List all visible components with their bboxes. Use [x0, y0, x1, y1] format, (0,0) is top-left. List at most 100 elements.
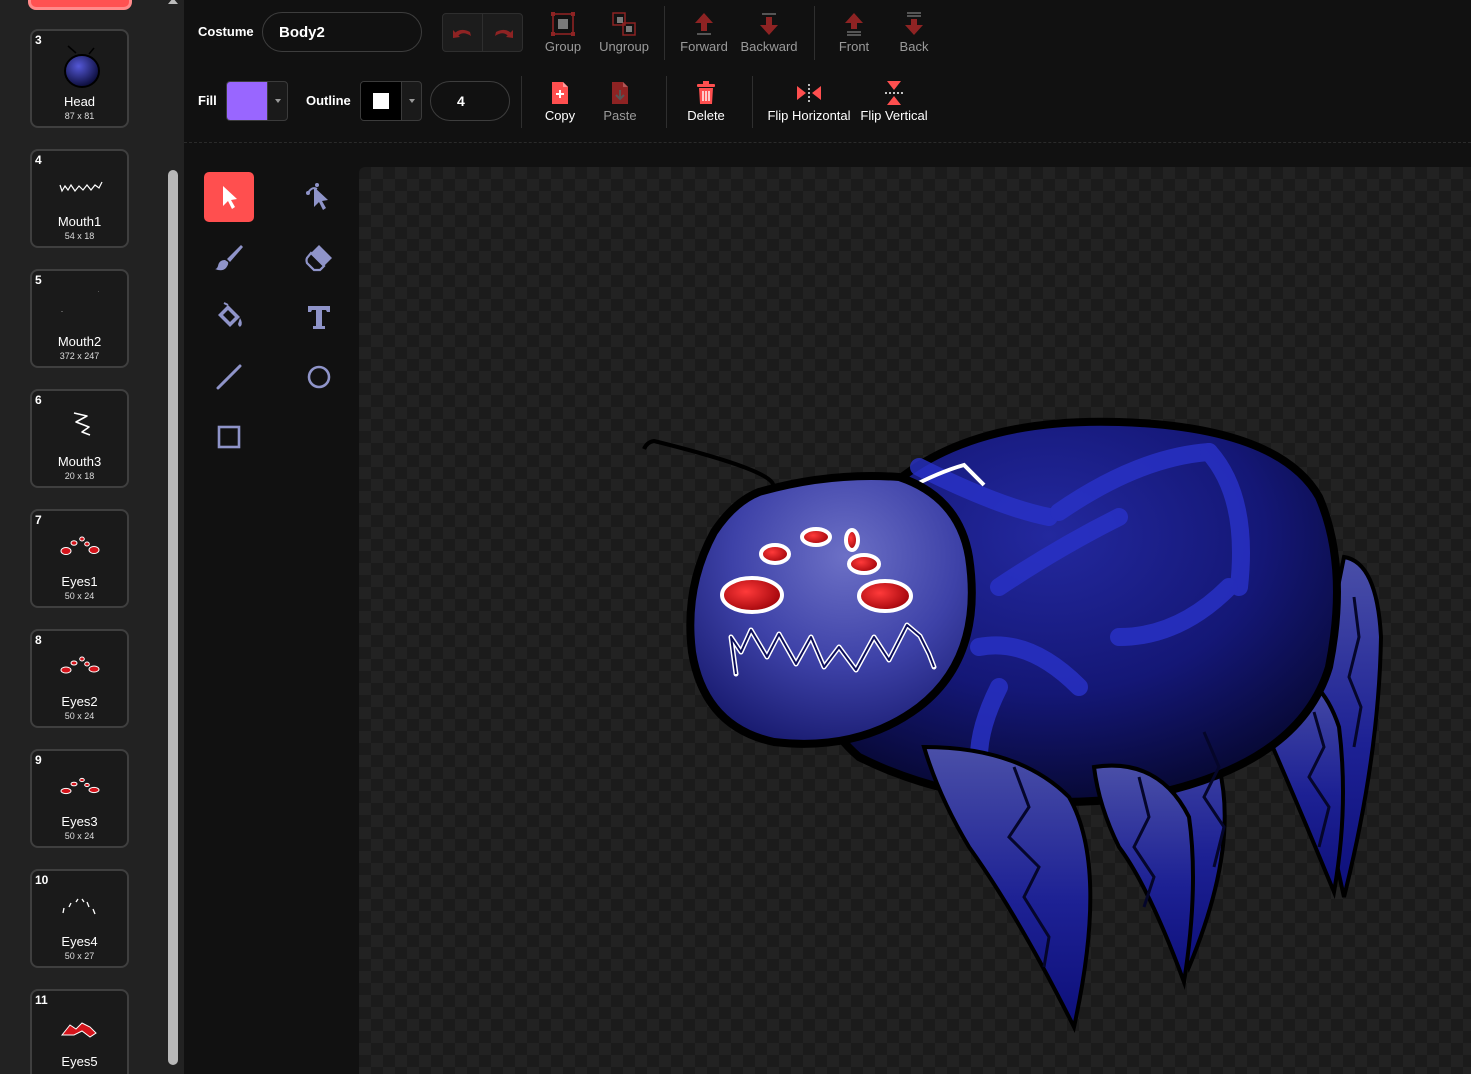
circle-tool[interactable] — [294, 352, 344, 402]
outline-label: Outline — [306, 93, 351, 108]
backward-button[interactable]: Backward — [738, 9, 800, 54]
back-button[interactable]: Back — [890, 9, 938, 54]
paste-button[interactable]: Paste — [596, 78, 644, 123]
toolbar-separator — [814, 6, 815, 60]
copy-icon — [552, 82, 568, 104]
costume-tile[interactable]: 7 Eyes1 50 x 24 — [30, 509, 129, 608]
costume-tile[interactable]: 8 Eyes2 50 x 24 — [30, 629, 129, 728]
scrollbar-thumb[interactable] — [168, 170, 178, 1065]
costume-tile[interactable]: 3 Head 87 x 81 — [30, 29, 129, 128]
forward-button[interactable]: Forward — [678, 9, 730, 54]
fill-tool[interactable] — [204, 292, 254, 342]
undo-button[interactable] — [443, 14, 482, 51]
costume-name: Head — [63, 94, 96, 109]
select-tool[interactable] — [204, 172, 254, 222]
outline-color-chip — [373, 93, 389, 109]
outline-width-input[interactable] — [430, 81, 510, 121]
flip-horizontal-button[interactable]: Flip Horizontal — [766, 78, 852, 123]
line-icon — [216, 364, 242, 390]
costume-tile[interactable]: 6 Mouth3 20 x 18 — [30, 389, 129, 488]
copy-label: Copy — [544, 108, 576, 123]
undo-icon — [452, 29, 471, 38]
backward-label: Backward — [740, 39, 798, 54]
copy-button[interactable]: Copy — [536, 78, 584, 123]
fill-color-swatch[interactable] — [227, 82, 267, 120]
outline-color-picker[interactable] — [360, 81, 422, 121]
reshape-icon — [306, 183, 328, 210]
costume-tile[interactable]: 5 Mouth2 372 x 247 — [30, 269, 129, 368]
costume-size: 50 x 24 — [64, 711, 95, 721]
costume-name: Mouth3 — [57, 454, 102, 469]
text-tool[interactable] — [294, 292, 344, 342]
undo-redo-group — [442, 13, 523, 52]
paste-label: Paste — [603, 108, 637, 123]
toolbar-separator — [666, 76, 667, 128]
rectangle-tool[interactable] — [204, 412, 254, 462]
ungroup-button[interactable]: Ungroup — [596, 9, 652, 54]
costume-thumbnail — [60, 536, 100, 555]
forward-label: Forward — [680, 39, 728, 54]
costume-tile[interactable]: 11 Eyes5 — [30, 989, 129, 1074]
back-label: Back — [899, 39, 929, 54]
costume-number: 9 — [35, 753, 42, 767]
group-button[interactable]: Group — [538, 9, 588, 54]
redo-icon — [494, 29, 513, 38]
trash-icon — [697, 81, 715, 104]
costume-name: Eyes3 — [61, 814, 98, 829]
delete-label: Delete — [687, 108, 725, 123]
costume-size: 50 x 24 — [64, 591, 95, 601]
costume-thumbnail — [64, 45, 100, 88]
selected-costume-tile[interactable] — [28, 0, 132, 10]
costume-number: 5 — [35, 273, 42, 287]
group-label: Group — [544, 39, 582, 54]
scroll-up-arrow-icon[interactable] — [168, 0, 178, 4]
fill-color-picker[interactable] — [226, 81, 288, 121]
paint-toolbar: Costume Group Ungroup Forward Backward — [184, 0, 1471, 143]
costume-name-input[interactable] — [262, 12, 422, 52]
costume-tile[interactable]: 4 Mouth1 54 x 18 — [30, 149, 129, 248]
reshape-tool[interactable] — [294, 172, 344, 222]
costume-name: Eyes1 — [61, 574, 98, 589]
costume-number: 4 — [35, 153, 42, 167]
brush-tool[interactable] — [204, 232, 254, 282]
costume-size: 54 x 18 — [64, 231, 95, 241]
paint-canvas[interactable] — [359, 167, 1471, 1074]
costume-tile[interactable]: 9 Eyes3 50 x 24 — [30, 749, 129, 848]
tool-palette — [184, 143, 359, 1074]
costume-label: Costume — [198, 24, 254, 39]
line-tool[interactable] — [204, 352, 254, 402]
fill-dropdown[interactable] — [267, 82, 287, 120]
outline-dropdown[interactable] — [401, 82, 421, 120]
costume-size: 372 x 247 — [59, 351, 100, 361]
costume-name: Mouth1 — [57, 214, 102, 229]
costume-thumbnail — [60, 777, 100, 795]
chevron-down-icon — [408, 99, 415, 103]
eraser-tool[interactable] — [294, 232, 344, 282]
costume-number: 10 — [35, 873, 49, 887]
costume-name: Eyes5 — [61, 1054, 98, 1069]
redo-button[interactable] — [482, 14, 522, 51]
text-icon — [308, 306, 330, 329]
rectangle-icon — [217, 425, 241, 449]
costume-list: 3 Head 87 x 81 4 Mouth1 54 x 18 5 Mouth2… — [0, 0, 184, 1074]
toolbar-separator — [664, 6, 665, 60]
toolbar-separator — [752, 76, 753, 128]
front-button[interactable]: Front — [830, 9, 878, 54]
costume-tile[interactable]: 10 Eyes4 50 x 27 — [30, 869, 129, 968]
costume-thumbnail — [59, 181, 103, 193]
costume-name: Eyes4 — [61, 934, 98, 949]
costume-name: Mouth2 — [57, 334, 102, 349]
circle-icon — [307, 365, 331, 389]
delete-button[interactable]: Delete — [682, 78, 730, 123]
costume-thumbnail — [60, 1022, 97, 1038]
arrow-up-icon — [695, 13, 713, 35]
spider-drawing — [642, 417, 1384, 1033]
costume-size: 87 x 81 — [64, 111, 95, 121]
eraser-icon — [305, 245, 332, 272]
flip-horizontal-icon — [797, 84, 821, 102]
arrow-to-front-icon — [845, 13, 863, 36]
costume-name: Eyes2 — [61, 694, 98, 709]
outline-color-swatch[interactable] — [361, 82, 401, 120]
flip-vertical-button[interactable]: Flip Vertical — [858, 78, 930, 123]
toolbar-divider — [184, 142, 1471, 143]
